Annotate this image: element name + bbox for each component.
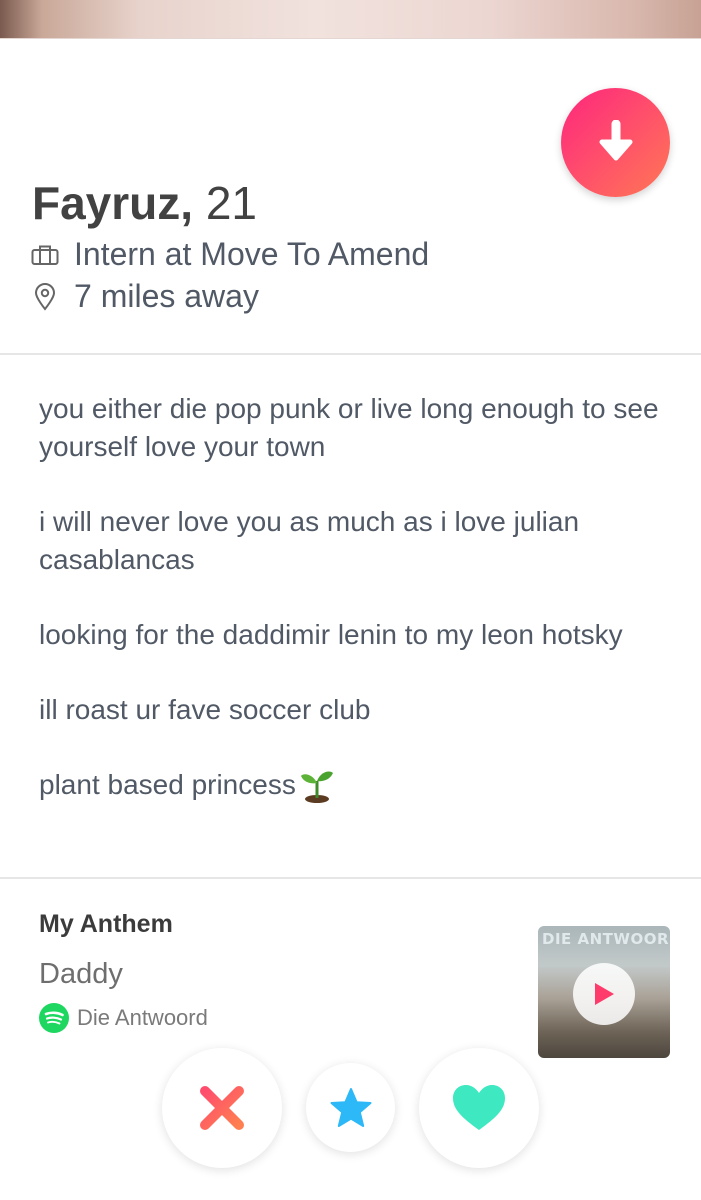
collapse-profile-button[interactable] xyxy=(561,88,670,197)
anthem-title: My Anthem xyxy=(39,910,173,938)
bio-paragraph-text: plant based princess xyxy=(39,769,296,800)
distance-text: 7 miles away xyxy=(74,278,259,314)
arrow-down-icon xyxy=(599,119,632,160)
briefcase-icon xyxy=(30,240,60,270)
spotify-icon xyxy=(39,1003,69,1033)
job-row: Intern at Move To Amend xyxy=(30,236,429,273)
bio-paragraph: i will never love you as much as i love … xyxy=(39,506,580,575)
divider xyxy=(0,877,701,879)
profile-name: Fayruz, 21 xyxy=(32,176,257,230)
heart-icon xyxy=(453,1085,505,1130)
nope-button[interactable] xyxy=(162,1048,282,1168)
artist-name: Die Antwoord xyxy=(77,1005,208,1030)
bio-paragraph: you either die pop punk or live long eno… xyxy=(39,393,659,462)
bio-paragraph: looking for the daddimir lenin to my leo… xyxy=(39,619,623,650)
divider xyxy=(0,353,701,355)
album-art-text: DIE ANTWOORD xyxy=(542,930,670,948)
bio-paragraph-last: plant based princess xyxy=(39,766,669,804)
song-title[interactable]: Daddy xyxy=(39,958,123,991)
profile-photo[interactable] xyxy=(0,0,701,39)
artist-row: Die Antwoord xyxy=(39,1003,208,1033)
job-text: Intern at Move To Amend xyxy=(74,236,430,272)
star-icon xyxy=(330,1087,371,1127)
play-button[interactable] xyxy=(573,963,635,1025)
like-button[interactable] xyxy=(419,1048,539,1168)
profile-age: 21 xyxy=(205,177,257,229)
seedling-icon xyxy=(298,766,336,804)
bio-paragraph: ill roast ur fave soccer club xyxy=(39,694,371,725)
play-icon xyxy=(595,983,614,1005)
location-pin-icon xyxy=(30,282,60,312)
distance-row: 7 miles away xyxy=(30,278,259,315)
profile-first-name: Fayruz, xyxy=(32,177,194,229)
album-art[interactable]: DIE ANTWOORD xyxy=(538,926,670,1058)
x-icon xyxy=(200,1086,244,1130)
bio-section: you either die pop punk or live long eno… xyxy=(39,390,669,841)
super-like-button[interactable] xyxy=(306,1063,395,1152)
